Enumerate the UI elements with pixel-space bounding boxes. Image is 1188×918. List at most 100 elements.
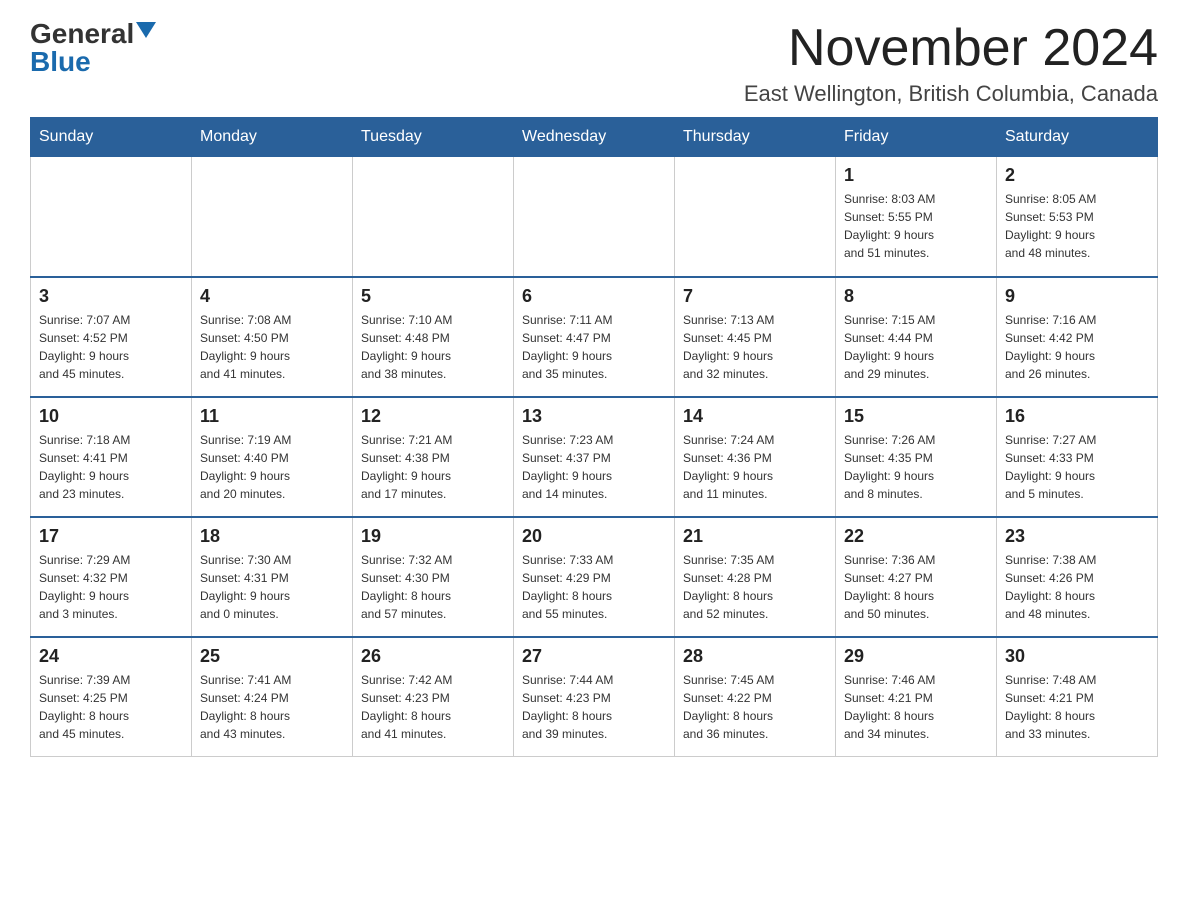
day-info: Sunrise: 7:39 AM Sunset: 4:25 PM Dayligh… (39, 671, 183, 743)
calendar-cell: 22Sunrise: 7:36 AM Sunset: 4:27 PM Dayli… (836, 517, 997, 637)
calendar-day-header: Saturday (997, 118, 1158, 157)
calendar-cell: 4Sunrise: 7:08 AM Sunset: 4:50 PM Daylig… (192, 277, 353, 397)
calendar-cell: 14 Sunrise: 7:24 AM Sunset: 4:36 PM Dayli… (675, 397, 836, 517)
day-info: Sunrise: 7:35 AM Sunset: 4:28 PM Dayligh… (683, 551, 827, 623)
calendar-cell (192, 157, 353, 277)
calendar-cell: 16 Sunrise: 7:27 AM Sunset: 4:33 PM Dayli… (997, 397, 1158, 517)
day-number: 4 (200, 286, 344, 307)
title-section: November 2024 East Wellington, British C… (744, 20, 1158, 107)
calendar-day-header: Friday (836, 118, 997, 157)
day-info: Sunrise: 7:38 AM Sunset: 4:26 PM Dayligh… (1005, 551, 1149, 623)
calendar-cell: 29 Sunrise: 7:46 AM Sunset: 4:21 PM Dayli… (836, 637, 997, 757)
logo: General Blue (30, 20, 156, 76)
day-info: Sunrise: 7:19 AM Sunset: 4:40 PM Dayligh… (200, 431, 344, 503)
calendar-cell: 24 Sunrise: 7:39 AM Sunset: 4:25 PM Dayli… (31, 637, 192, 757)
day-info: Sunrise: 7:45 AM Sunset: 4:22 PM Dayligh… (683, 671, 827, 743)
calendar-day-header: Thursday (675, 118, 836, 157)
calendar-day-header: Wednesday (514, 118, 675, 157)
calendar-day-header: Tuesday (353, 118, 514, 157)
day-info: Sunrise: 7:36 AM Sunset: 4:27 PM Dayligh… (844, 551, 988, 623)
calendar-cell: 12 Sunrise: 7:21 AM Sunset: 4:38 PM Dayli… (353, 397, 514, 517)
day-number: 1 (844, 165, 988, 186)
day-number: 7 (683, 286, 827, 307)
calendar-week-row: 10Sunrise: 7:18 AM Sunset: 4:41 PM Dayli… (31, 397, 1158, 517)
calendar-day-header: Monday (192, 118, 353, 157)
day-info: Sunrise: 7:16 AM Sunset: 4:42 PM Dayligh… (1005, 311, 1149, 383)
logo-general-text: General (30, 20, 134, 48)
day-number: 14 (683, 406, 827, 427)
day-number: 3 (39, 286, 183, 307)
calendar-cell: 8 Sunrise: 7:15 AM Sunset: 4:44 PM Daylig… (836, 277, 997, 397)
calendar-cell: 28 Sunrise: 7:45 AM Sunset: 4:22 PM Dayli… (675, 637, 836, 757)
day-number: 18 (200, 526, 344, 547)
day-number: 16 (1005, 406, 1149, 427)
day-number: 8 (844, 286, 988, 307)
day-info: Sunrise: 7:23 AM Sunset: 4:37 PM Dayligh… (522, 431, 666, 503)
calendar-cell: 6 Sunrise: 7:11 AM Sunset: 4:47 PM Daylig… (514, 277, 675, 397)
calendar-week-row: 24 Sunrise: 7:39 AM Sunset: 4:25 PM Dayli… (31, 637, 1158, 757)
day-number: 9 (1005, 286, 1149, 307)
day-info: Sunrise: 8:03 AM Sunset: 5:55 PM Dayligh… (844, 190, 988, 262)
day-number: 27 (522, 646, 666, 667)
day-info: Sunrise: 7:46 AM Sunset: 4:21 PM Dayligh… (844, 671, 988, 743)
day-number: 12 (361, 406, 505, 427)
day-number: 19 (361, 526, 505, 547)
day-number: 15 (844, 406, 988, 427)
day-number: 13 (522, 406, 666, 427)
calendar-cell: 18 Sunrise: 7:30 AM Sunset: 4:31 PM Dayli… (192, 517, 353, 637)
logo-triangle-icon (136, 22, 156, 38)
day-info: Sunrise: 7:11 AM Sunset: 4:47 PM Dayligh… (522, 311, 666, 383)
calendar-cell: 17Sunrise: 7:29 AM Sunset: 4:32 PM Dayli… (31, 517, 192, 637)
calendar-cell: 5Sunrise: 7:10 AM Sunset: 4:48 PM Daylig… (353, 277, 514, 397)
calendar-cell: 19Sunrise: 7:32 AM Sunset: 4:30 PM Dayli… (353, 517, 514, 637)
day-info: Sunrise: 7:13 AM Sunset: 4:45 PM Dayligh… (683, 311, 827, 383)
day-info: Sunrise: 7:42 AM Sunset: 4:23 PM Dayligh… (361, 671, 505, 743)
day-number: 25 (200, 646, 344, 667)
calendar-cell (31, 157, 192, 277)
day-info: Sunrise: 7:48 AM Sunset: 4:21 PM Dayligh… (1005, 671, 1149, 743)
calendar-cell: 23 Sunrise: 7:38 AM Sunset: 4:26 PM Dayli… (997, 517, 1158, 637)
day-number: 11 (200, 406, 344, 427)
day-info: Sunrise: 7:21 AM Sunset: 4:38 PM Dayligh… (361, 431, 505, 503)
day-info: Sunrise: 7:24 AM Sunset: 4:36 PM Dayligh… (683, 431, 827, 503)
day-number: 29 (844, 646, 988, 667)
calendar-week-row: 1 Sunrise: 8:03 AM Sunset: 5:55 PM Daylig… (31, 157, 1158, 277)
calendar-cell: 3 Sunrise: 7:07 AM Sunset: 4:52 PM Daylig… (31, 277, 192, 397)
calendar-cell (353, 157, 514, 277)
calendar-cell: 27 Sunrise: 7:44 AM Sunset: 4:23 PM Dayli… (514, 637, 675, 757)
calendar-cell: 25 Sunrise: 7:41 AM Sunset: 4:24 PM Dayli… (192, 637, 353, 757)
day-number: 21 (683, 526, 827, 547)
calendar-table: SundayMondayTuesdayWednesdayThursdayFrid… (30, 117, 1158, 757)
day-number: 26 (361, 646, 505, 667)
calendar-cell: 11 Sunrise: 7:19 AM Sunset: 4:40 PM Dayli… (192, 397, 353, 517)
calendar-week-row: 17Sunrise: 7:29 AM Sunset: 4:32 PM Dayli… (31, 517, 1158, 637)
day-info: Sunrise: 7:44 AM Sunset: 4:23 PM Dayligh… (522, 671, 666, 743)
calendar-day-header: Sunday (31, 118, 192, 157)
day-info: Sunrise: 8:05 AM Sunset: 5:53 PM Dayligh… (1005, 190, 1149, 262)
page-header: General Blue November 2024 East Wellingt… (30, 20, 1158, 107)
day-info: Sunrise: 7:41 AM Sunset: 4:24 PM Dayligh… (200, 671, 344, 743)
logo-blue-text: Blue (30, 48, 91, 76)
day-number: 5 (361, 286, 505, 307)
day-info: Sunrise: 7:07 AM Sunset: 4:52 PM Dayligh… (39, 311, 183, 383)
day-number: 24 (39, 646, 183, 667)
calendar-cell: 10Sunrise: 7:18 AM Sunset: 4:41 PM Dayli… (31, 397, 192, 517)
calendar-cell: 9 Sunrise: 7:16 AM Sunset: 4:42 PM Daylig… (997, 277, 1158, 397)
calendar-cell (675, 157, 836, 277)
day-number: 2 (1005, 165, 1149, 186)
day-number: 23 (1005, 526, 1149, 547)
day-number: 30 (1005, 646, 1149, 667)
day-info: Sunrise: 7:33 AM Sunset: 4:29 PM Dayligh… (522, 551, 666, 623)
calendar-cell: 26 Sunrise: 7:42 AM Sunset: 4:23 PM Dayli… (353, 637, 514, 757)
calendar-header-row: SundayMondayTuesdayWednesdayThursdayFrid… (31, 118, 1158, 157)
day-info: Sunrise: 7:29 AM Sunset: 4:32 PM Dayligh… (39, 551, 183, 623)
day-info: Sunrise: 7:30 AM Sunset: 4:31 PM Dayligh… (200, 551, 344, 623)
day-info: Sunrise: 7:15 AM Sunset: 4:44 PM Dayligh… (844, 311, 988, 383)
day-number: 28 (683, 646, 827, 667)
day-number: 6 (522, 286, 666, 307)
day-info: Sunrise: 7:27 AM Sunset: 4:33 PM Dayligh… (1005, 431, 1149, 503)
calendar-cell: 15Sunrise: 7:26 AM Sunset: 4:35 PM Dayli… (836, 397, 997, 517)
calendar-cell: 7 Sunrise: 7:13 AM Sunset: 4:45 PM Daylig… (675, 277, 836, 397)
location-title: East Wellington, British Columbia, Canad… (744, 81, 1158, 107)
calendar-cell: 2 Sunrise: 8:05 AM Sunset: 5:53 PM Daylig… (997, 157, 1158, 277)
